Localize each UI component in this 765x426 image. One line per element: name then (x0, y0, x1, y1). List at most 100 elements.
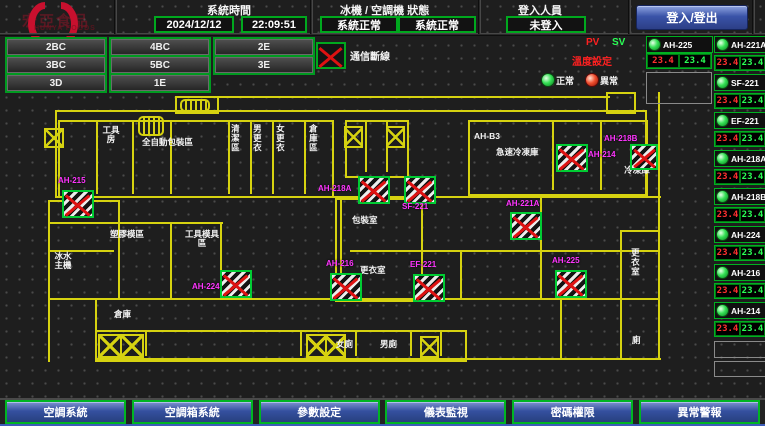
plan-wall (170, 122, 172, 194)
system-clock-value: 22:09:51 (241, 16, 307, 33)
room-label: 工具房 (100, 126, 122, 145)
equipment-name: AH-225 (663, 40, 692, 50)
equipment-name: AH-224 (731, 230, 760, 240)
comm-loss-legend-icon (316, 42, 346, 69)
comm-loss-device-marker[interactable] (358, 176, 390, 204)
sv-value: 23.4 (740, 94, 765, 108)
comm-loss-device-marker[interactable] (413, 274, 445, 302)
equipment-item-sf-221[interactable]: SF-221 (714, 74, 765, 91)
equipment-item-ah-218b[interactable]: AH-218B (714, 188, 765, 205)
door-x-icon (344, 126, 363, 148)
equipment-values: 23.4 23.4 (714, 93, 765, 109)
room-label: 清潔區 (230, 124, 239, 153)
pv-value: 23.4 (715, 322, 740, 336)
room-label: 更衣室 (360, 266, 386, 275)
sv-value: 23.4 (740, 322, 765, 336)
sv-value: 23.4 (740, 246, 765, 260)
comm-loss-device-marker[interactable] (330, 273, 362, 301)
empty-slot (714, 341, 765, 358)
chiller-status-value: 系統正常 (320, 16, 398, 33)
device-label: AH-221A (506, 199, 539, 208)
equipment-values: 23.4 23.4 (714, 283, 765, 299)
normal-led-icon (541, 73, 555, 87)
menu-button-ac-system[interactable]: 空調系統 (5, 400, 126, 424)
door-x-icon (420, 336, 439, 358)
floor-button-3bc[interactable]: 3BC (7, 57, 105, 73)
pv-value: 23.4 (715, 94, 740, 108)
pv-value: 23.4 (647, 54, 679, 68)
equipment-item-ah-214[interactable]: AH-214 (714, 302, 765, 319)
comm-loss-legend-label: 通信斷線 (350, 48, 390, 63)
door-x-icon (306, 334, 327, 358)
floor-button-2e[interactable]: 2E (215, 39, 313, 55)
comm-loss-device-marker[interactable] (404, 176, 436, 204)
status-led-icon (716, 266, 729, 279)
footer-menu-bar: 空調系統 空調箱系統 參數設定 儀表監視 密碼權限 異常警報 (0, 398, 765, 426)
sv-label: SV (612, 37, 625, 48)
pv-label: PV (586, 37, 599, 48)
comm-loss-device-marker[interactable] (220, 270, 252, 298)
door-x-icon (98, 334, 122, 358)
device-label: AH-218B (604, 134, 637, 143)
floor-button-3d[interactable]: 3D (7, 75, 105, 91)
pv-value: 23.4 (715, 246, 740, 260)
room-label: 更衣室 (630, 248, 639, 277)
menu-button-parameter-setting[interactable]: 參數設定 (259, 400, 380, 424)
status-led-icon (648, 38, 661, 51)
device-label: AH-215 (58, 176, 86, 185)
equipment-name: SF-221 (731, 78, 759, 88)
equipment-item-ah-225[interactable]: AH-225 (646, 36, 713, 53)
equipment-item-ah-224[interactable]: AH-224 (714, 226, 765, 243)
equipment-name: AH-221A (731, 40, 765, 50)
room-label: 冰水主機 (52, 252, 74, 271)
comm-loss-device-marker[interactable] (555, 270, 587, 298)
menu-button-instrument-monitor[interactable]: 儀表監視 (385, 400, 506, 424)
room-label: 男更衣 (252, 124, 261, 153)
header-separator (752, 0, 755, 34)
floor-button-5bc[interactable]: 5BC (111, 57, 209, 73)
plan-wall (96, 122, 98, 194)
equipment-item-ah-221a[interactable]: AH-221A (714, 36, 765, 53)
system-date-value: 2024/12/12 (154, 16, 234, 33)
comm-loss-device-marker[interactable] (630, 144, 658, 170)
sv-value: 23.4 (740, 208, 765, 222)
floor-button-4bc[interactable]: 4BC (111, 39, 209, 55)
plan-wall (55, 110, 57, 198)
hmi-screen: 宏亞食品 HUNYA FOODS 系統時間 2024/12/12 22:09:5… (0, 0, 765, 426)
header-separator (114, 0, 117, 34)
comm-loss-device-marker[interactable] (62, 190, 94, 218)
room-label: 女廁 (336, 340, 353, 349)
ahu-status-value: 系統正常 (398, 16, 476, 33)
plan-wall (410, 332, 412, 356)
plan-wall (440, 332, 442, 356)
empty-slot (714, 361, 765, 377)
floor-button-2bc[interactable]: 2BC (7, 39, 105, 55)
equipment-values: 23.4 23.4 (714, 169, 765, 185)
header-separator (478, 0, 481, 34)
comm-loss-device-marker[interactable] (556, 144, 588, 172)
floor-button-3e[interactable]: 3E (215, 57, 313, 73)
login-logout-button[interactable]: 登入/登出 (636, 5, 748, 30)
equipment-name: AH-218B (731, 192, 765, 202)
equipment-item-ah-218a[interactable]: AH-218A (714, 150, 765, 167)
device-label: EF-221 (410, 260, 436, 269)
pv-value: 23.4 (715, 170, 740, 184)
stairs-icon (180, 99, 210, 112)
menu-button-ahu-system[interactable]: 空調箱系統 (132, 400, 253, 424)
status-led-icon (716, 304, 729, 317)
menu-button-alarm[interactable]: 異常警報 (639, 400, 760, 424)
comm-loss-device-marker[interactable] (510, 212, 542, 240)
sv-value: 23.4 (679, 54, 711, 68)
door-x-icon (386, 126, 405, 148)
floor-button-1e[interactable]: 1E (111, 75, 209, 91)
menu-button-password-authority[interactable]: 密碼權限 (512, 400, 633, 424)
status-led-icon (716, 38, 729, 51)
login-state-value: 未登入 (506, 16, 586, 33)
equipment-item-ef-221[interactable]: EF-221 (714, 112, 765, 129)
abnormal-led-icon (585, 73, 599, 87)
plan-wall (300, 332, 302, 356)
empty-slot (646, 72, 712, 104)
equipment-item-ah-216[interactable]: AH-216 (714, 264, 765, 281)
status-led-icon (716, 190, 729, 203)
pv-value: 23.4 (715, 56, 740, 70)
